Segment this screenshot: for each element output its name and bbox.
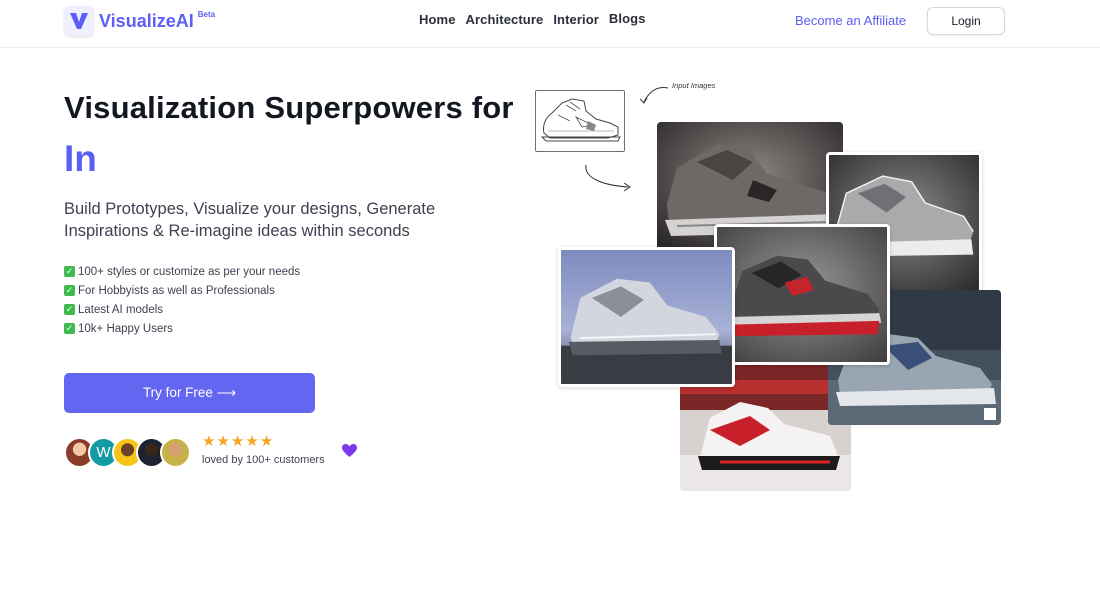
generated-shoe-image <box>714 224 890 365</box>
feature-item: ✓ 10k+ Happy Users <box>64 319 300 338</box>
check-icon: ✓ <box>64 285 75 296</box>
check-icon: ✓ <box>64 323 75 334</box>
feature-text: For Hobbyists as well as Professionals <box>78 284 275 297</box>
social-proof-text: loved by 100+ customers <box>202 454 325 466</box>
nav-link-home[interactable]: Home <box>419 12 456 27</box>
avatar-initial: W <box>96 444 111 461</box>
customer-avatars: W <box>64 437 191 468</box>
beta-badge: Beta <box>197 9 216 19</box>
feature-text: 100+ styles or customize as per your nee… <box>78 265 301 278</box>
feature-item: ✓ For Hobbyists as well as Professionals <box>64 281 300 300</box>
curved-arrow-icon <box>585 164 631 192</box>
login-button[interactable]: Login <box>927 7 1005 35</box>
feature-text: Latest AI models <box>78 303 164 316</box>
input-images-label: Input Images <box>672 81 716 90</box>
avatar <box>160 437 191 468</box>
check-icon: ✓ <box>64 266 75 277</box>
feature-list: ✓ 100+ styles or customize as per your ne… <box>64 262 300 338</box>
top-navbar: VisualizeAI Beta Home Architecture Inter… <box>0 0 1100 48</box>
logo-v-icon <box>64 6 94 36</box>
hero-subheadline: Build Prototypes, Visualize your designs… <box>64 200 436 240</box>
feature-item: ✓ Latest AI models <box>64 300 300 319</box>
nav-link-architecture[interactable]: Architecture <box>466 12 544 27</box>
star-icon: ★ <box>202 433 216 450</box>
brand-logo-link[interactable]: VisualizeAI Beta <box>64 6 215 36</box>
nav-link-blogs[interactable]: Blogs <box>609 11 646 27</box>
check-icon: ✓ <box>64 304 75 315</box>
purple-heart-icon <box>341 443 358 463</box>
nav-links: Home Architecture Interior Blogs <box>419 11 646 27</box>
become-affiliate-link[interactable]: Become an Affiliate <box>795 13 906 28</box>
feature-item: ✓ 100+ styles or customize as per your ne… <box>64 262 300 281</box>
star-icon: ★ <box>245 433 259 450</box>
hero-headline: Visualization Superpowers for <box>64 90 514 125</box>
generated-shoe-image <box>558 247 735 387</box>
star-icon: ★ <box>230 433 245 450</box>
brand-name: VisualizeAI <box>99 10 194 31</box>
hero-headline-accent: In <box>64 138 97 179</box>
star-icon: ★ <box>259 433 274 450</box>
feature-text: 10k+ Happy Users <box>78 322 173 335</box>
star-icon: ★ <box>216 433 230 450</box>
curved-arrow-icon <box>639 87 669 104</box>
try-for-free-button[interactable]: Try for Free ⟶ <box>64 373 315 413</box>
nav-link-interior[interactable]: Interior <box>553 12 599 27</box>
input-sketch-image <box>535 90 625 152</box>
rating-stars: ★ ★ ★ ★ ★ <box>202 434 273 450</box>
